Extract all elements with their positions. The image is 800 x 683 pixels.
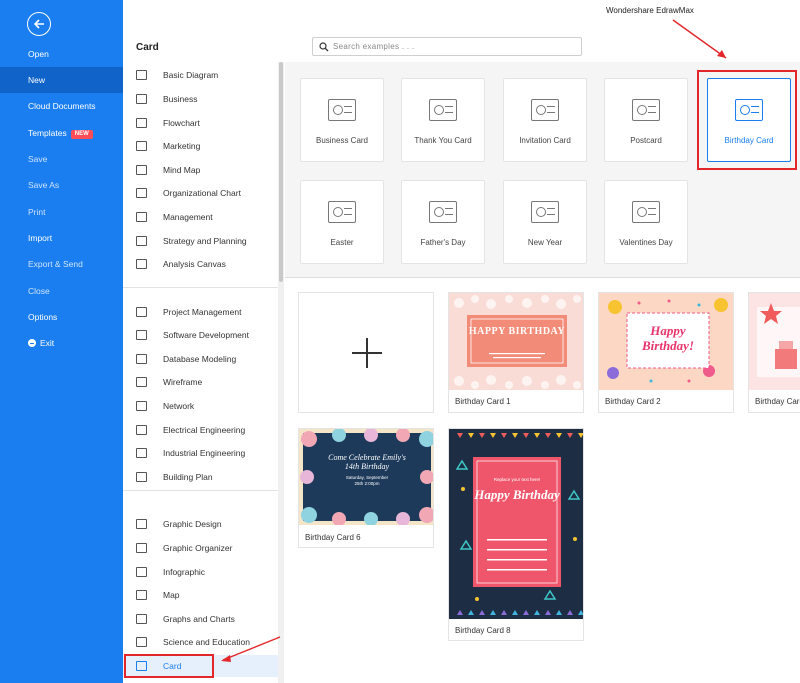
template-tile-invitation-card[interactable]: Invitation Card xyxy=(503,78,587,162)
example-card-birthday-6[interactable]: Come Celebrate Emily's 14th Birthday Sat… xyxy=(298,428,434,548)
template-label: Valentines Day xyxy=(619,238,673,247)
template-label: Business Card xyxy=(315,136,369,145)
template-tile-valentines-day[interactable]: Valentines Day xyxy=(604,180,688,264)
template-tile-postcard[interactable]: Postcard xyxy=(604,78,688,162)
template-tile-easter[interactable]: Easter xyxy=(300,180,384,264)
thumb-time: 25th 2:00pm xyxy=(354,481,380,486)
easter-egg-icon xyxy=(328,201,356,223)
postcard-icon xyxy=(632,99,660,121)
template-tile-thank-you-card[interactable]: Thank You Card xyxy=(401,78,485,162)
template-tile-business-card[interactable]: Business Card xyxy=(300,78,384,162)
template-label: Easter xyxy=(330,238,354,247)
thumb-title: Happy Birthday! xyxy=(641,323,694,353)
mustache-icon xyxy=(429,201,457,223)
thank-you-card-icon xyxy=(429,99,457,121)
example-thumbnail xyxy=(449,293,583,390)
thumb-title: Happy Birthday xyxy=(474,487,560,502)
birthday-card-highlight xyxy=(697,70,797,170)
template-tile-new-year[interactable]: New Year xyxy=(503,180,587,264)
template-label: Thank You Card xyxy=(414,136,472,145)
business-card-icon xyxy=(328,99,356,121)
example-card-birthday-partial[interactable]: Birthday Card xyxy=(748,292,800,413)
example-card-birthday-8[interactable]: Replace your text here! Happy Birthday B… xyxy=(448,428,584,641)
template-label: Postcard xyxy=(630,136,662,145)
template-tile-father-s-day[interactable]: Father's Day xyxy=(401,180,485,264)
plus-icon-vertical xyxy=(366,338,368,368)
search-placeholder: Search examples . . . xyxy=(333,42,415,51)
example-label: Birthday Card 6 xyxy=(305,533,361,542)
search-icon xyxy=(319,42,329,52)
template-label: Invitation Card xyxy=(519,136,571,145)
thumb-title: HAPPY BIRTHDAY xyxy=(468,326,566,337)
section-divider xyxy=(285,277,800,278)
example-thumbnail xyxy=(749,293,800,390)
search-input[interactable]: Search examples . . . xyxy=(312,37,582,56)
example-label: Birthday Card 2 xyxy=(605,397,661,406)
example-label: Birthday Card 1 xyxy=(455,397,511,406)
calendar-heart-icon xyxy=(632,201,660,223)
template-label: Father's Day xyxy=(420,238,466,247)
example-label: Birthday Card xyxy=(755,397,800,406)
example-label: Birthday Card 8 xyxy=(455,626,511,635)
template-label: New Year xyxy=(527,238,563,247)
thumb-line: Replace your text here! xyxy=(493,477,541,482)
thumb-title: Come Celebrate Emily's 14th Birthday xyxy=(328,453,406,471)
example-thumbnail xyxy=(449,429,583,619)
example-card-birthday-2[interactable]: Happy Birthday! Birthday Card 2 xyxy=(598,292,734,413)
fireworks-icon xyxy=(531,201,559,223)
example-card-birthday-1[interactable]: HAPPY BIRTHDAY Birthday Card 1 xyxy=(448,292,584,413)
invitation-card-icon xyxy=(531,99,559,121)
